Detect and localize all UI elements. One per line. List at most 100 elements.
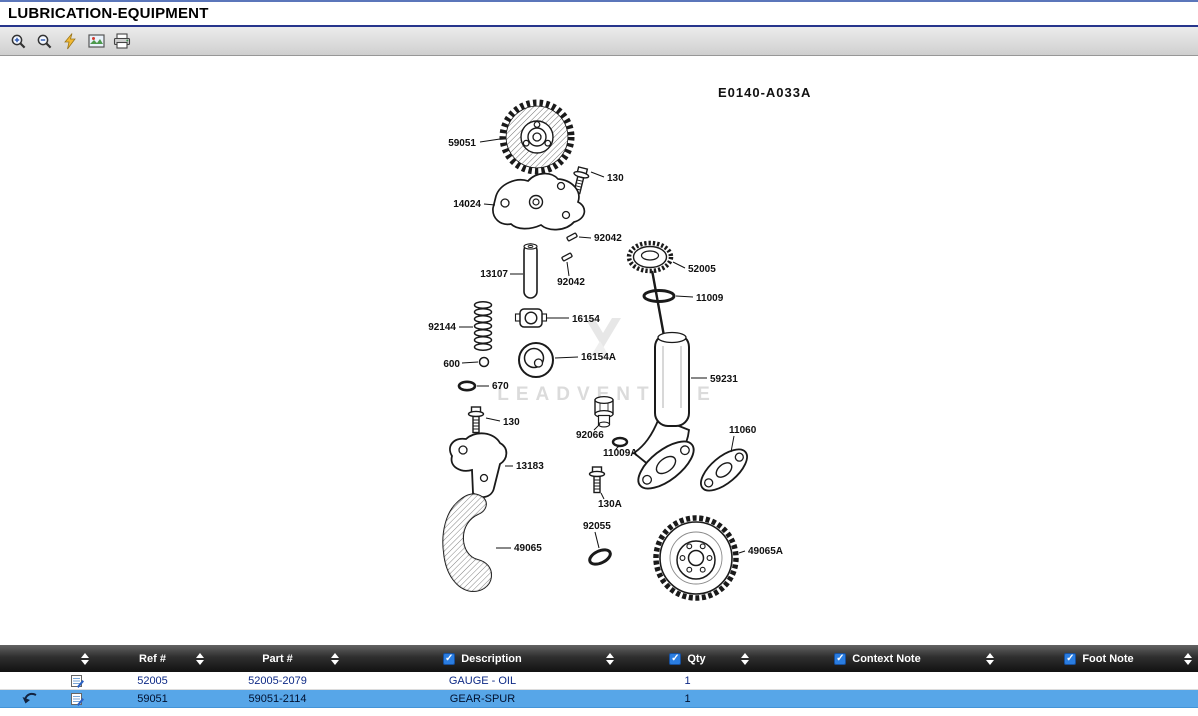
part-number-label[interactable]: 49065A	[748, 546, 783, 557]
part-number-label[interactable]: 14024	[453, 199, 481, 210]
image-download-button[interactable]	[85, 30, 107, 52]
part-seat-16154[interactable]	[516, 309, 547, 327]
flash-icon	[63, 33, 77, 50]
leader-line	[579, 237, 591, 238]
description-cell: GAUGE - OIL	[345, 672, 620, 689]
leader-line	[591, 172, 604, 177]
zoom-in-button[interactable]	[7, 30, 29, 52]
part-number-label[interactable]: 59051	[448, 138, 476, 149]
part-cell: 59051-2114	[210, 690, 345, 707]
edit-part-button[interactable]	[60, 690, 95, 707]
part-number-label[interactable]: 11009	[696, 293, 724, 304]
header-cell-part[interactable]: Part #	[210, 645, 345, 672]
part-pin-92042-a[interactable]	[567, 233, 578, 241]
part-bolt-130A[interactable]	[590, 467, 605, 493]
part-number-label[interactable]: 600	[443, 359, 460, 370]
part-number-label[interactable]: 130A	[598, 499, 622, 510]
part-number-label[interactable]: 92042	[557, 277, 585, 288]
header-cell-ref[interactable]: Ref #	[95, 645, 210, 672]
part-pin-92042-b[interactable]	[562, 253, 573, 261]
part-number-label[interactable]: 670	[492, 381, 509, 392]
part-oring-670[interactable]	[459, 382, 475, 390]
context-note-cell	[755, 672, 1000, 689]
part-gasket-11060[interactable]	[694, 442, 754, 498]
part-rotor-16154A[interactable]	[519, 343, 553, 377]
header-cell-edit[interactable]	[60, 645, 95, 672]
part-fitting-92066[interactable]	[595, 397, 613, 427]
part-number-label[interactable]: 11009A	[603, 448, 637, 459]
part-number-label[interactable]: 92042	[594, 233, 622, 244]
part-ball-600[interactable]	[480, 358, 489, 367]
part-oring-11009[interactable]	[644, 291, 674, 302]
leader-line	[486, 418, 500, 421]
header-cell-context-note[interactable]: Context Note	[755, 645, 1000, 672]
undo-selection-button[interactable]	[0, 690, 60, 707]
diagram-code: E0140-A033A	[718, 85, 811, 100]
part-bracket-13183[interactable]	[450, 433, 506, 497]
part-number-label[interactable]: 11060	[729, 425, 757, 436]
table-row[interactable]: 52005 52005-2079 GAUGE - OIL 1	[0, 672, 1198, 690]
qty-cell: 1	[620, 690, 755, 707]
part-oil-filter-49065A[interactable]	[656, 518, 736, 598]
undo-icon	[22, 692, 39, 705]
part-number-label[interactable]: 130	[503, 417, 520, 428]
column-label: Qty	[687, 653, 705, 665]
sort-icon[interactable]	[331, 653, 339, 665]
print-icon	[113, 33, 131, 49]
context-note-checkbox[interactable]	[834, 653, 846, 665]
header-cell-description[interactable]: Description	[345, 645, 620, 672]
leader-line	[555, 357, 578, 358]
part-cell: 52005-2079	[210, 672, 345, 689]
part-number-label[interactable]: 13183	[516, 461, 544, 472]
part-shaft-13107[interactable]	[524, 244, 537, 298]
part-number-label[interactable]: 16154A	[581, 352, 616, 363]
leader-line	[480, 139, 500, 142]
leader-line	[739, 551, 745, 553]
part-number-label[interactable]: 59231	[710, 374, 738, 385]
part-oil-pipe-59231[interactable]	[631, 333, 701, 498]
part-number-label[interactable]: 16154	[572, 314, 600, 325]
part-number-label[interactable]: 52005	[688, 264, 716, 275]
table-row-selected[interactable]: 59051 59051-2114 GEAR-SPUR 1	[0, 690, 1198, 708]
qty-checkbox[interactable]	[669, 653, 681, 665]
sort-icon[interactable]	[81, 653, 89, 665]
page-title: LUBRICATION-EQUIPMENT	[8, 5, 209, 22]
part-spring-92144[interactable]	[475, 302, 492, 351]
zoom-out-button[interactable]	[33, 30, 55, 52]
part-bracket-14024[interactable]	[493, 174, 584, 230]
ref-cell: 52005	[95, 672, 210, 689]
sort-icon[interactable]	[196, 653, 204, 665]
part-bolt-130-b[interactable]	[469, 407, 484, 433]
sort-icon[interactable]	[606, 653, 614, 665]
column-label: Foot Note	[1082, 653, 1133, 665]
part-number-label[interactable]: 92066	[576, 430, 604, 441]
part-cover-49065[interactable]	[443, 494, 491, 591]
print-button[interactable]	[111, 30, 133, 52]
flash-button[interactable]	[59, 30, 81, 52]
part-number-label[interactable]: 92144	[428, 322, 456, 333]
qty-cell: 1	[620, 672, 755, 689]
sort-icon[interactable]	[741, 653, 749, 665]
part-gear-59051[interactable]	[503, 103, 571, 171]
sort-icon[interactable]	[986, 653, 994, 665]
edit-part-button[interactable]	[60, 672, 95, 689]
zoom-out-icon	[36, 33, 53, 50]
header-cell-foot-note[interactable]: Foot Note	[1000, 645, 1198, 672]
title-bar: LUBRICATION-EQUIPMENT	[0, 0, 1198, 27]
part-number-label[interactable]: 49065	[514, 543, 542, 554]
leader-line	[462, 362, 478, 363]
edit-part-icon	[71, 674, 84, 688]
part-number-label[interactable]: 130	[607, 173, 624, 184]
part-oring-11009A[interactable]	[613, 438, 627, 446]
foot-note-checkbox[interactable]	[1064, 653, 1076, 665]
header-cell-blank	[0, 645, 60, 672]
part-number-label[interactable]: 13107	[480, 269, 508, 280]
description-checkbox[interactable]	[443, 653, 455, 665]
part-oring-92055[interactable]	[587, 547, 612, 567]
part-number-label[interactable]: 92055	[583, 521, 611, 532]
sort-icon[interactable]	[1184, 653, 1192, 665]
column-label: Part #	[262, 653, 293, 665]
header-cell-qty[interactable]: Qty	[620, 645, 755, 672]
leader-line	[595, 532, 599, 548]
parts-diagram: LEADVENTURE E0140-A033A	[0, 56, 1198, 645]
